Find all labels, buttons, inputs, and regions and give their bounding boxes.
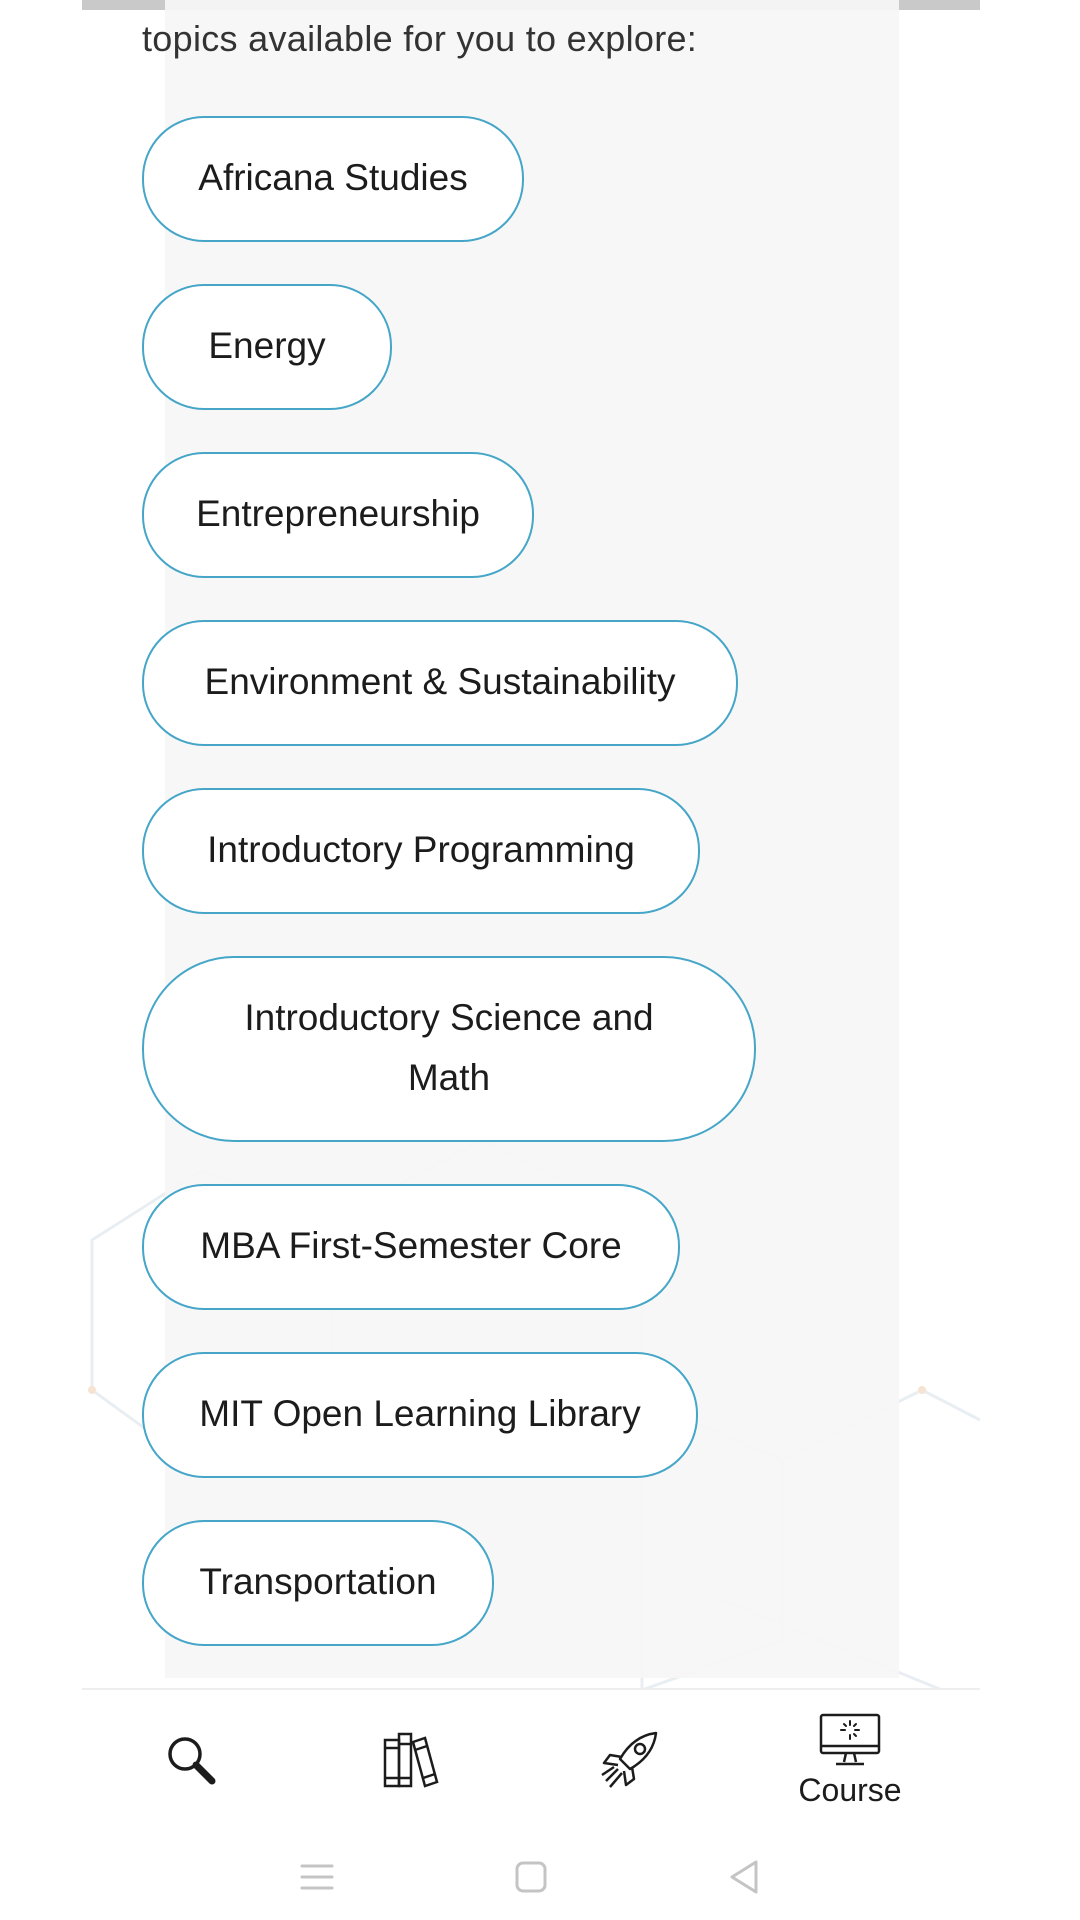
intro-text: topics available for you to explore: xyxy=(142,18,698,59)
back-icon[interactable] xyxy=(720,1852,770,1902)
nav-course-label: Course xyxy=(798,1771,902,1808)
bottom-nav: Course xyxy=(82,1690,980,1830)
topic-chip[interactable]: Entrepreneurship xyxy=(142,452,534,578)
topic-chip[interactable]: Transportation xyxy=(142,1520,494,1646)
rocket-icon xyxy=(601,1731,658,1788)
nav-search[interactable] xyxy=(91,1690,291,1830)
menu-icon[interactable] xyxy=(292,1852,342,1902)
nav-library[interactable] xyxy=(311,1690,511,1830)
nav-course[interactable]: Course xyxy=(750,1690,950,1830)
monitor-icon xyxy=(819,1713,881,1765)
topic-chip[interactable]: Introductory Programming xyxy=(142,788,700,914)
topic-chip[interactable]: MBA First-Semester Core xyxy=(142,1184,680,1310)
search-icon xyxy=(168,1737,216,1785)
topic-chip[interactable]: MIT Open Learning Library xyxy=(142,1352,698,1478)
nav-launch[interactable] xyxy=(531,1690,731,1830)
books-icon xyxy=(383,1732,439,1788)
topic-chip[interactable]: Introductory Science and Math xyxy=(142,956,756,1142)
topic-chip[interactable]: Environment & Sustainability xyxy=(142,620,738,746)
home-icon[interactable] xyxy=(506,1852,556,1902)
topic-chip[interactable]: Energy xyxy=(142,284,392,410)
screen: topics available for you to explore: Afr… xyxy=(0,0,1080,1920)
topic-list: Africana Studies Energy Entrepreneurship… xyxy=(142,116,802,1688)
system-nav-bar xyxy=(0,1830,1080,1920)
topic-chip[interactable]: Africana Studies xyxy=(142,116,524,242)
